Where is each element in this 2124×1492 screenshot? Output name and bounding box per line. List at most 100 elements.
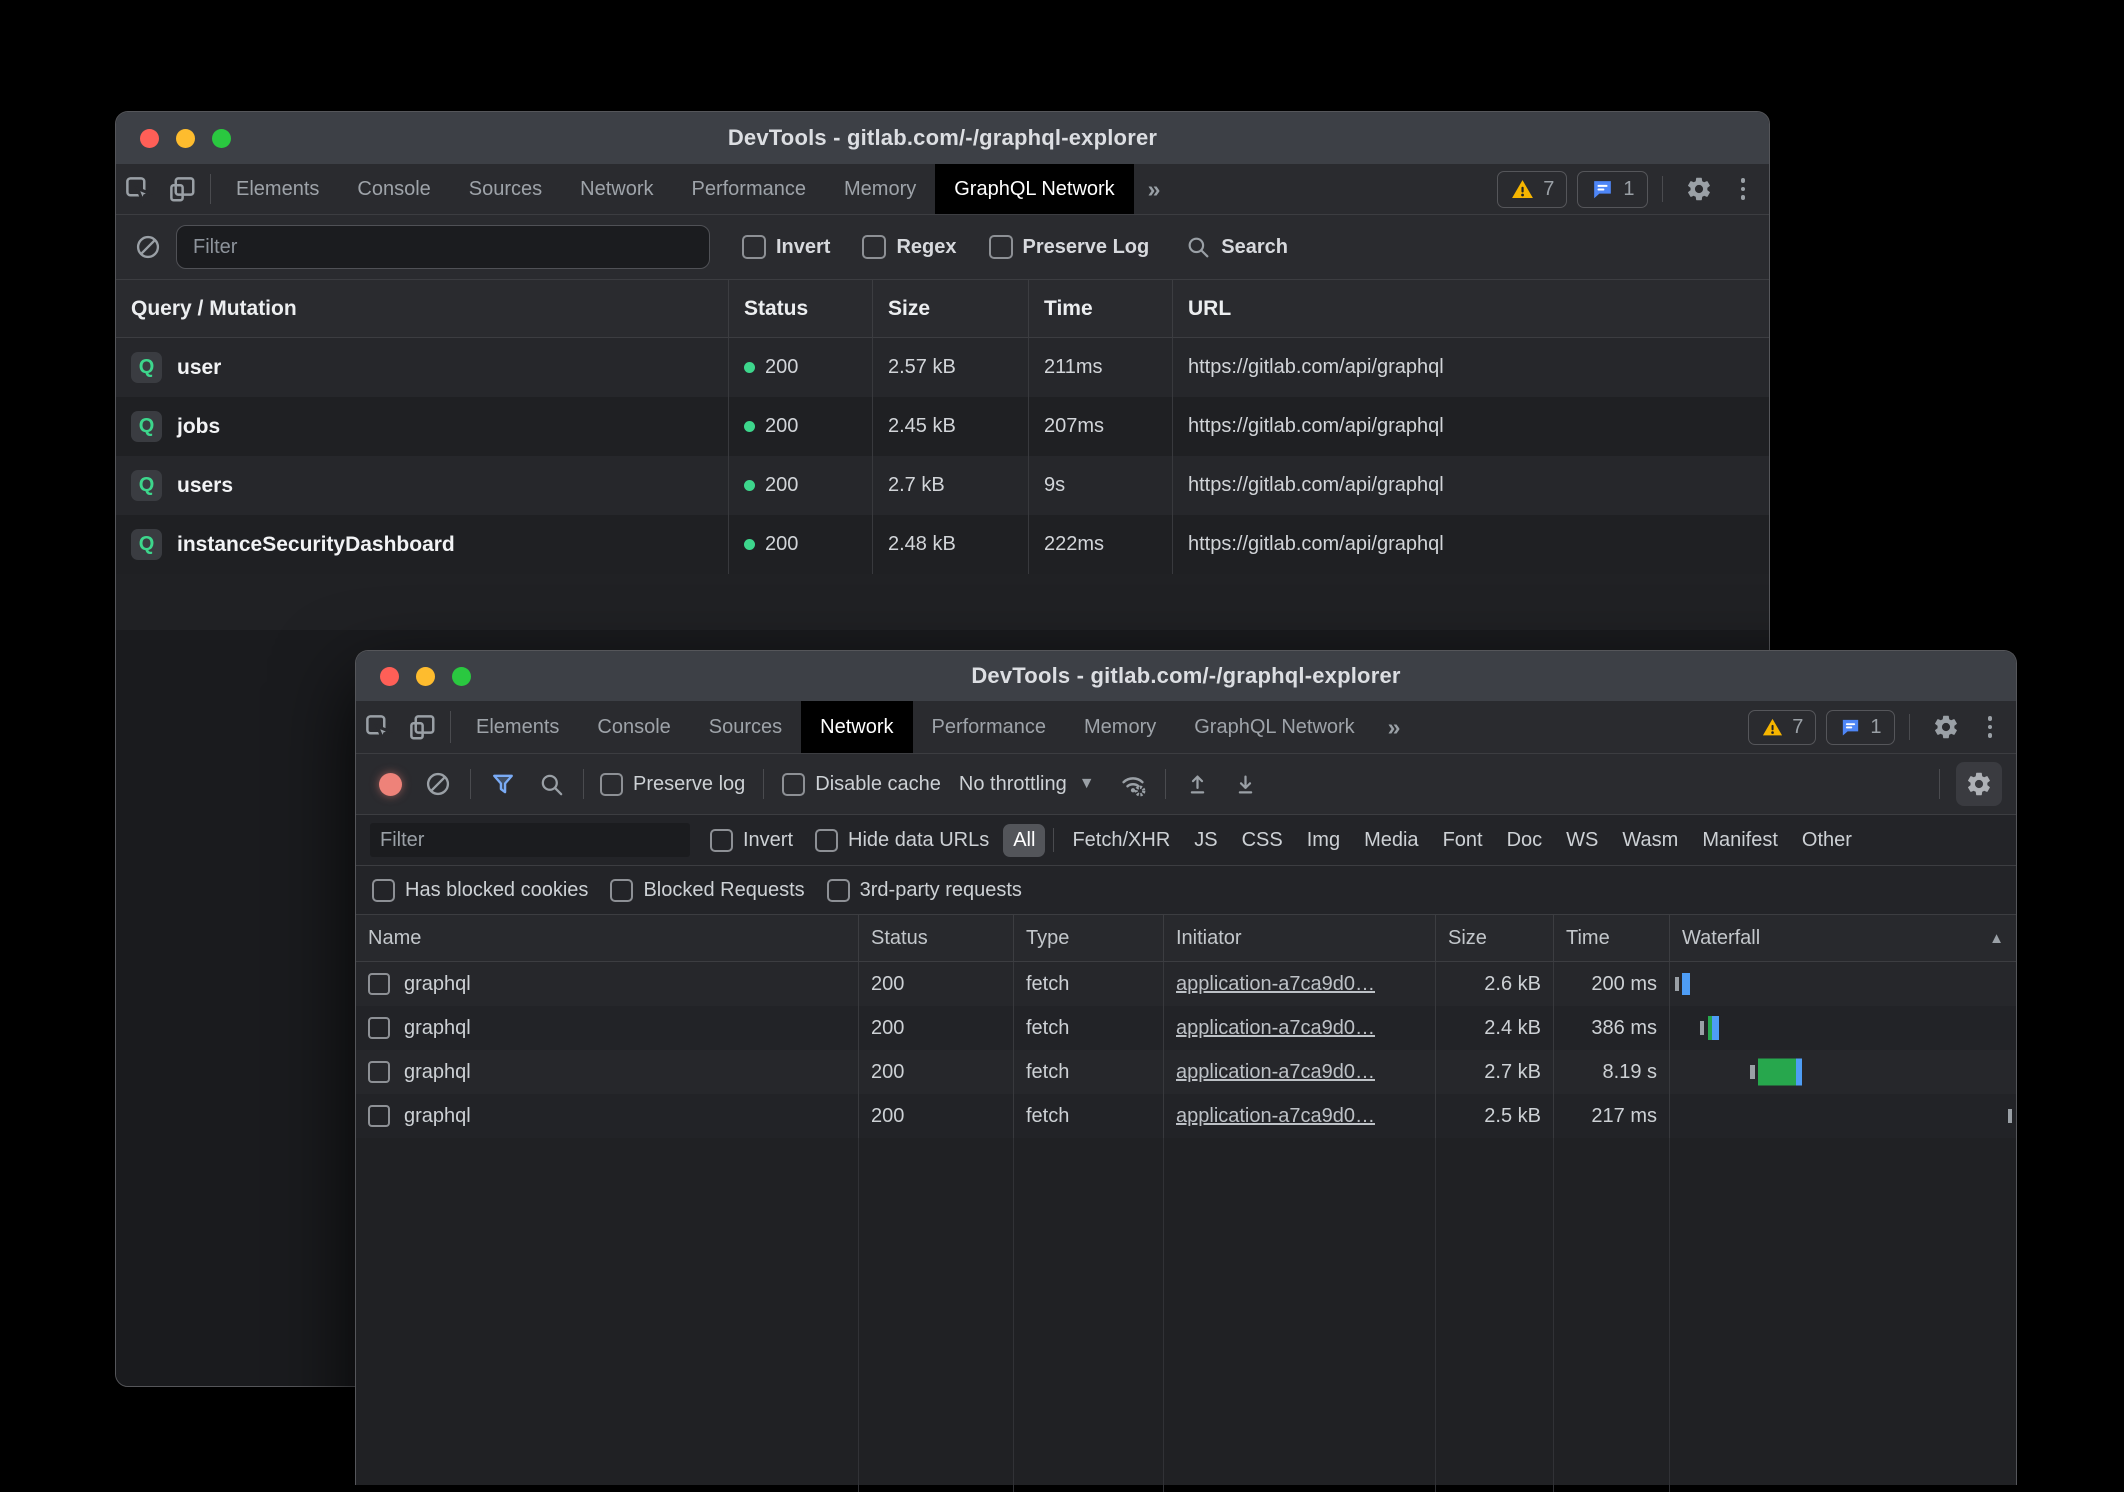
column-header-type[interactable]: Type [1013, 915, 1163, 961]
hide-data-urls-checkbox[interactable] [815, 829, 838, 852]
blocked-requests-checkbox[interactable] [610, 879, 633, 902]
titlebar[interactable]: DevTools - gitlab.com/-/graphql-explorer [356, 651, 2016, 701]
search-control[interactable]: Search [1185, 234, 1288, 260]
column-header-status[interactable]: Status [858, 915, 1013, 961]
initiator-link[interactable]: application-a7ca9d0… [1176, 973, 1375, 996]
clear-button[interactable] [418, 764, 458, 804]
row-checkbox[interactable] [368, 973, 390, 995]
inspect-element-icon[interactable] [116, 164, 160, 214]
column-header-size[interactable]: Size [1435, 915, 1553, 961]
inspect-element-icon[interactable] [356, 701, 400, 753]
regex-checkbox[interactable] [862, 235, 886, 259]
issues-badge[interactable]: 1 [1826, 710, 1894, 745]
tab-network[interactable]: Network [561, 164, 672, 214]
third-party-requests-checkbox[interactable] [827, 879, 850, 902]
disable-cache-checkbox-group[interactable]: Disable cache [782, 773, 941, 796]
invert-checkbox-group[interactable]: Invert [710, 829, 793, 852]
column-header-time[interactable]: Time [1553, 915, 1669, 961]
warnings-badge[interactable]: 7 [1748, 710, 1816, 745]
clear-icon[interactable] [134, 233, 162, 261]
type-filter-fetch-xhr[interactable]: Fetch/XHR [1062, 824, 1180, 857]
type-filter-css[interactable]: CSS [1232, 824, 1293, 857]
row-checkbox[interactable] [368, 1105, 390, 1127]
invert-checkbox[interactable] [710, 829, 733, 852]
column-header-waterfall[interactable]: Waterfall ▲ [1669, 915, 2016, 961]
column-header-url[interactable]: URL [1172, 280, 1769, 337]
settings-gear-icon[interactable] [1924, 713, 1968, 741]
network-settings-button[interactable] [1956, 762, 2002, 806]
column-header-query-mutation[interactable]: Query / Mutation [116, 280, 728, 337]
more-options-icon[interactable] [1978, 716, 2003, 738]
preserve-log-checkbox[interactable] [989, 235, 1013, 259]
more-tabs-icon[interactable]: » [1134, 164, 1175, 214]
type-filter-font[interactable]: Font [1433, 824, 1493, 857]
has-blocked-cookies-checkbox-group[interactable]: Has blocked cookies [372, 879, 588, 902]
more-options-icon[interactable] [1731, 178, 1756, 200]
network-request-row[interactable]: graphql 200 fetch application-a7ca9d0… 2… [356, 962, 2016, 1006]
column-header-name[interactable]: Name [356, 915, 858, 961]
table-row[interactable]: QinstanceSecurityDashboard 200 2.48 kB 2… [116, 515, 1769, 574]
filter-input[interactable] [176, 225, 710, 269]
type-filter-js[interactable]: JS [1184, 824, 1227, 857]
third-party-requests-checkbox-group[interactable]: 3rd-party requests [827, 879, 1022, 902]
more-tabs-icon[interactable]: » [1374, 701, 1415, 753]
initiator-link[interactable]: application-a7ca9d0… [1176, 1061, 1375, 1084]
table-row[interactable]: Qjobs 200 2.45 kB 207ms https://gitlab.c… [116, 397, 1769, 456]
invert-checkbox-group[interactable]: Invert [742, 235, 830, 259]
device-toolbar-icon[interactable] [160, 164, 204, 214]
type-filter-doc[interactable]: Doc [1497, 824, 1553, 857]
tab-sources[interactable]: Sources [450, 164, 561, 214]
type-filter-ws[interactable]: WS [1556, 824, 1608, 857]
tab-performance[interactable]: Performance [673, 164, 826, 214]
invert-checkbox[interactable] [742, 235, 766, 259]
type-filter-other[interactable]: Other [1792, 824, 1862, 857]
type-filter-media[interactable]: Media [1354, 824, 1428, 857]
tab-elements[interactable]: Elements [457, 701, 578, 753]
blocked-requests-checkbox-group[interactable]: Blocked Requests [610, 879, 804, 902]
search-button[interactable] [531, 764, 571, 804]
table-row[interactable]: Qusers 200 2.7 kB 9s https://gitlab.com/… [116, 456, 1769, 515]
warnings-badge[interactable]: 7 [1497, 171, 1567, 208]
preserve-log-checkbox-group[interactable]: Preserve Log [989, 235, 1150, 259]
tab-network[interactable]: Network [801, 701, 912, 753]
column-header-status[interactable]: Status [728, 280, 872, 337]
column-header-size[interactable]: Size [872, 280, 1028, 337]
preserve-log-checkbox[interactable] [600, 773, 623, 796]
regex-checkbox-group[interactable]: Regex [862, 235, 956, 259]
type-filter-img[interactable]: Img [1297, 824, 1350, 857]
tab-graphql-network[interactable]: GraphQL Network [1175, 701, 1373, 753]
tab-memory[interactable]: Memory [1065, 701, 1175, 753]
initiator-link[interactable]: application-a7ca9d0… [1176, 1017, 1375, 1040]
network-request-row[interactable]: graphql 200 fetch application-a7ca9d0… 2… [356, 1006, 2016, 1050]
settings-gear-icon[interactable] [1677, 175, 1721, 203]
export-har-button[interactable] [1226, 764, 1266, 804]
disable-cache-checkbox[interactable] [782, 773, 805, 796]
tab-console[interactable]: Console [578, 701, 689, 753]
row-checkbox[interactable] [368, 1061, 390, 1083]
hide-data-urls-checkbox-group[interactable]: Hide data URLs [815, 829, 989, 852]
type-filter-all[interactable]: All [1003, 824, 1045, 857]
row-checkbox[interactable] [368, 1017, 390, 1039]
tab-sources[interactable]: Sources [690, 701, 801, 753]
tab-console[interactable]: Console [338, 164, 449, 214]
table-row[interactable]: Quser 200 2.57 kB 211ms https://gitlab.c… [116, 338, 1769, 397]
import-har-button[interactable] [1178, 764, 1218, 804]
type-filter-wasm[interactable]: Wasm [1612, 824, 1688, 857]
tab-performance[interactable]: Performance [913, 701, 1066, 753]
titlebar[interactable]: DevTools - gitlab.com/-/graphql-explorer [116, 112, 1769, 164]
issues-badge[interactable]: 1 [1577, 171, 1647, 208]
network-request-row[interactable]: graphql 200 fetch application-a7ca9d0… 2… [356, 1094, 2016, 1138]
column-header-initiator[interactable]: Initiator [1163, 915, 1435, 961]
filter-toggle-button[interactable] [483, 764, 523, 804]
throttling-dropdown[interactable]: No throttling ▼ [949, 773, 1105, 796]
has-blocked-cookies-checkbox[interactable] [372, 879, 395, 902]
record-button[interactable] [370, 764, 410, 804]
column-header-time[interactable]: Time [1028, 280, 1172, 337]
network-request-row[interactable]: graphql 200 fetch application-a7ca9d0… 2… [356, 1050, 2016, 1094]
type-filter-manifest[interactable]: Manifest [1692, 824, 1788, 857]
preserve-log-checkbox-group[interactable]: Preserve log [600, 773, 745, 796]
tab-graphql-network[interactable]: GraphQL Network [935, 164, 1133, 214]
tab-elements[interactable]: Elements [217, 164, 338, 214]
initiator-link[interactable]: application-a7ca9d0… [1176, 1105, 1375, 1128]
network-conditions-button[interactable] [1113, 764, 1153, 804]
